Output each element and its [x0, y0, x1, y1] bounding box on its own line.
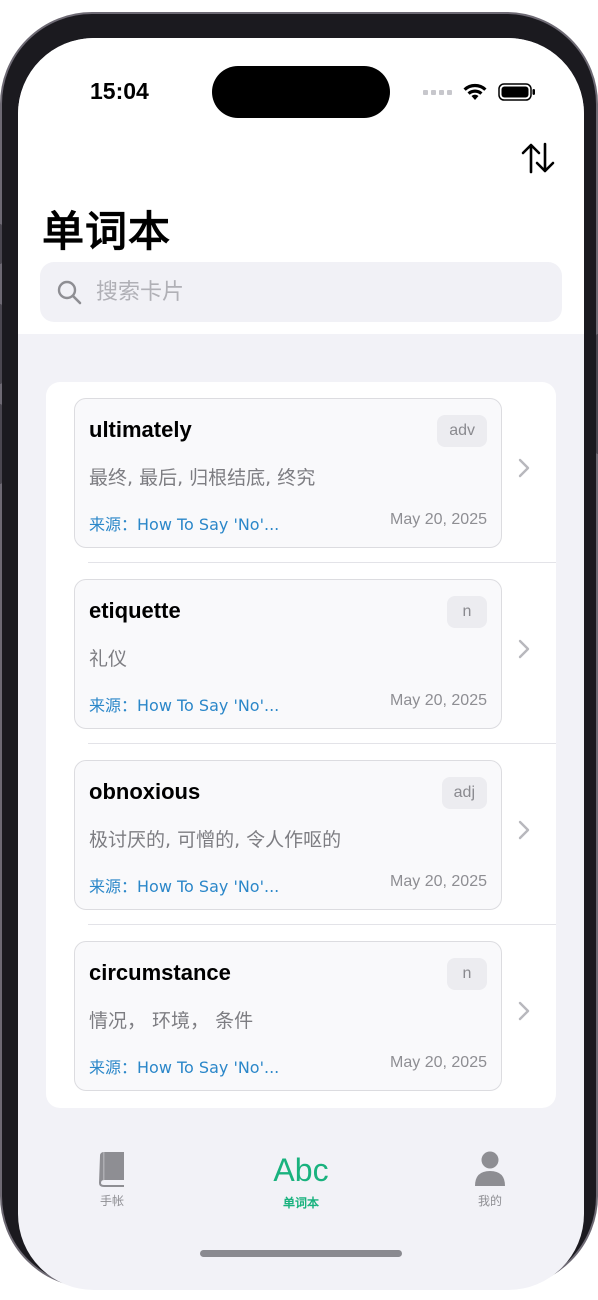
- person-icon: [475, 1151, 505, 1186]
- device-frame: 15:04 单词本 搜索卡片 ultimately adv 最终, 最后, 归根…: [0, 12, 598, 1290]
- sort-arrows-icon: [521, 142, 555, 174]
- word-text: obnoxious: [89, 779, 201, 804]
- chevron-right-icon[interactable]: [514, 635, 534, 663]
- date-label: May 20, 2025: [390, 511, 487, 528]
- page-title: 单词本: [42, 207, 172, 256]
- word-text: circumstance: [89, 960, 231, 985]
- word-card[interactable]: obnoxious adj 极讨厌的, 可憎的, 令人作呕的 来源：How To…: [74, 760, 502, 910]
- source-link[interactable]: 来源：How To Say 'No'...: [89, 511, 279, 535]
- home-indicator: [200, 1250, 402, 1257]
- list-item[interactable]: ultimately adv 最终, 最后, 归根结底, 终究 来源：How T…: [46, 382, 556, 563]
- abc-icon: Abc: [273, 1152, 329, 1188]
- volume-up-button: [0, 304, 2, 384]
- battery-icon: [498, 83, 535, 101]
- tab-label: 我的: [477, 1194, 502, 1208]
- list-item[interactable]: etiquette n 礼仪 来源：How To Say 'No'... May…: [46, 563, 556, 744]
- word-card[interactable]: etiquette n 礼仪 来源：How To Say 'No'... May…: [74, 579, 502, 729]
- word-list: ultimately adv 最终, 最后, 归根结底, 终究 来源：How T…: [46, 382, 556, 1108]
- word-meaning: 极讨厌的, 可憎的, 令人作呕的: [89, 829, 342, 851]
- part-of-speech-badge: n: [447, 958, 487, 990]
- date-label: May 20, 2025: [390, 692, 487, 709]
- word-meaning: 情况， 环境， 条件: [89, 1010, 254, 1032]
- book-icon: [99, 1152, 124, 1187]
- word-text: ultimately: [89, 417, 192, 442]
- date-label: May 20, 2025: [390, 873, 487, 890]
- search-icon: [57, 280, 82, 305]
- sort-button[interactable]: [518, 138, 558, 178]
- search-input[interactable]: [94, 278, 514, 306]
- status-icons: [423, 82, 536, 102]
- cellular-signal-icon: [423, 89, 452, 95]
- tab-wordbook[interactable]: Abc 单词本: [241, 1150, 361, 1240]
- part-of-speech-badge: n: [447, 596, 487, 628]
- tab-journal[interactable]: 手帐: [52, 1150, 172, 1240]
- word-text: etiquette: [89, 598, 181, 623]
- source-link[interactable]: 来源：How To Say 'No'...: [89, 873, 279, 897]
- screen: 15:04 单词本 搜索卡片 ultimately adv 最终, 最后, 归根…: [18, 38, 584, 1290]
- word-card[interactable]: ultimately adv 最终, 最后, 归根结底, 终究 来源：How T…: [74, 398, 502, 548]
- part-of-speech-badge: adv: [437, 415, 487, 447]
- mute-switch: [0, 224, 2, 264]
- source-link[interactable]: 来源：How To Say 'No'...: [89, 692, 279, 716]
- volume-down-button: [0, 404, 2, 484]
- header-area: 15:04 单词本 搜索卡片: [18, 38, 584, 334]
- part-of-speech-badge: adj: [441, 777, 487, 809]
- word-meaning: 最终, 最后, 归根结底, 终究: [89, 467, 316, 489]
- search-bar[interactable]: [40, 262, 562, 322]
- source-link[interactable]: 来源：How To Say 'No'...: [89, 1054, 279, 1078]
- tab-profile[interactable]: 我的: [430, 1150, 550, 1240]
- word-card[interactable]: circumstance n 情况， 环境， 条件 来源：How To Say …: [74, 941, 502, 1091]
- dynamic-island: [212, 66, 390, 118]
- date-label: May 20, 2025: [390, 1054, 487, 1071]
- chevron-right-icon[interactable]: [514, 997, 534, 1025]
- word-meaning: 礼仪: [89, 648, 128, 670]
- wifi-icon: [463, 83, 487, 100]
- chevron-right-icon[interactable]: [514, 454, 534, 482]
- chevron-right-icon[interactable]: [514, 816, 534, 844]
- tab-label: 单词本: [282, 1196, 319, 1210]
- status-time: 15:04: [90, 78, 149, 104]
- tab-label: 手帐: [99, 1194, 124, 1208]
- list-item[interactable]: circumstance n 情况， 环境， 条件 来源：How To Say …: [46, 925, 556, 1106]
- list-item[interactable]: obnoxious adj 极讨厌的, 可憎的, 令人作呕的 来源：How To…: [46, 744, 556, 925]
- tab-bar: 手帐 Abc 单词本 我的: [18, 1150, 584, 1240]
